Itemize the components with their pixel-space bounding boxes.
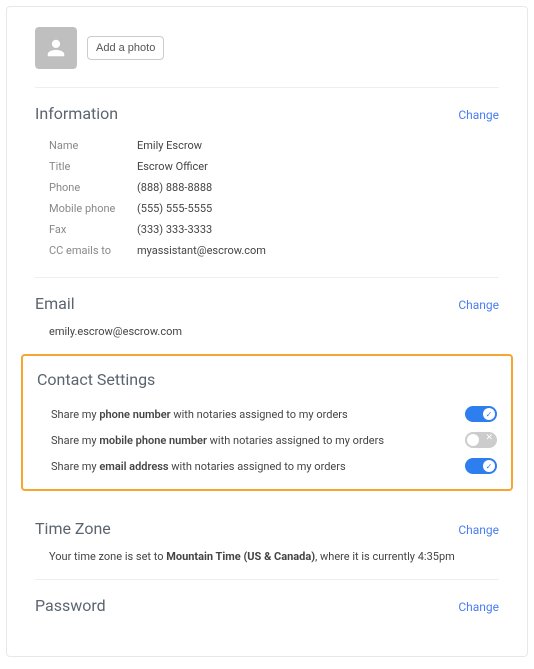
- info-value: Escrow Officer: [137, 160, 208, 173]
- info-row: NameEmily Escrow: [35, 135, 499, 156]
- setting-text: Share my email address with notaries ass…: [51, 460, 346, 473]
- info-row: TitleEscrow Officer: [35, 156, 499, 177]
- info-row: Phone(888) 888-8888: [35, 177, 499, 198]
- setting-pre: Share my: [51, 460, 99, 473]
- setting-bold: mobile phone number: [99, 434, 207, 447]
- password-section: Password Change: [35, 579, 499, 643]
- timezone-title: Time Zone: [35, 519, 111, 538]
- timezone-section: Time Zone Change Your time zone is set t…: [35, 503, 499, 579]
- setting-text: Share my phone number with notaries assi…: [51, 408, 348, 421]
- contact-settings-section: Contact Settings Share my phone number w…: [21, 354, 513, 491]
- toggle-knob: [483, 408, 495, 420]
- info-value: (555) 555-5555: [137, 202, 212, 215]
- timezone-pre: Your time zone is set to: [49, 550, 166, 563]
- photo-row: Add a photo: [35, 27, 499, 88]
- profile-card: Add a photo Information Change NameEmily…: [6, 6, 528, 657]
- info-label: CC emails to: [49, 244, 137, 257]
- info-value: Emily Escrow: [137, 139, 202, 152]
- password-change-link[interactable]: Change: [458, 600, 499, 614]
- information-title: Information: [35, 104, 118, 123]
- email-change-link[interactable]: Change: [458, 298, 499, 312]
- email-title: Email: [35, 294, 75, 313]
- email-value: emily.escrow@escrow.com: [35, 325, 499, 354]
- setting-pre: Share my: [51, 434, 99, 447]
- timezone-text: Your time zone is set to Mountain Time (…: [35, 550, 499, 579]
- timezone-post: , where it is currently 4:35pm: [315, 550, 455, 563]
- info-label: Name: [49, 139, 137, 152]
- info-label: Title: [49, 160, 137, 173]
- password-title: Password: [35, 596, 106, 615]
- information-change-link[interactable]: Change: [458, 108, 499, 122]
- email-section: Email Change emily.escrow@escrow.com: [35, 277, 499, 354]
- person-icon: [45, 37, 67, 59]
- toggle-knob: [467, 434, 479, 446]
- contact-settings-title: Contact Settings: [37, 370, 497, 389]
- info-label: Fax: [49, 223, 137, 236]
- toggle-on[interactable]: [465, 458, 497, 474]
- setting-post: with notaries assigned to my orders: [171, 408, 348, 421]
- info-row: CC emails tomyassistant@escrow.com: [35, 240, 499, 261]
- information-table: NameEmily EscrowTitleEscrow OfficerPhone…: [35, 135, 499, 277]
- info-row: Mobile phone(555) 555-5555: [35, 198, 499, 219]
- info-value: myassistant@escrow.com: [137, 244, 266, 257]
- info-label: Mobile phone: [49, 202, 137, 215]
- toggle-on[interactable]: [465, 406, 497, 422]
- setting-pre: Share my: [51, 408, 99, 421]
- info-value: (888) 888-8888: [137, 181, 212, 194]
- setting-bold: phone number: [99, 408, 170, 421]
- setting-row: Share my email address with notaries ass…: [37, 453, 497, 479]
- info-value: (333) 333-3333: [137, 223, 212, 236]
- timezone-change-link[interactable]: Change: [458, 523, 499, 537]
- setting-row: Share my mobile phone number with notari…: [37, 427, 497, 453]
- setting-bold: email address: [99, 460, 168, 473]
- information-section: Information Change NameEmily EscrowTitle…: [35, 88, 499, 277]
- setting-post: with notaries assigned to my orders: [169, 460, 346, 473]
- info-row: Fax(333) 333-3333: [35, 219, 499, 240]
- toggle-off[interactable]: [465, 432, 497, 448]
- avatar-placeholder: [35, 27, 77, 69]
- setting-text: Share my mobile phone number with notari…: [51, 434, 384, 447]
- add-photo-button[interactable]: Add a photo: [87, 36, 164, 60]
- timezone-bold: Mountain Time (US & Canada): [166, 550, 315, 563]
- info-label: Phone: [49, 181, 137, 194]
- toggle-knob: [483, 460, 495, 472]
- setting-post: with notaries assigned to my orders: [207, 434, 384, 447]
- setting-row: Share my phone number with notaries assi…: [37, 401, 497, 427]
